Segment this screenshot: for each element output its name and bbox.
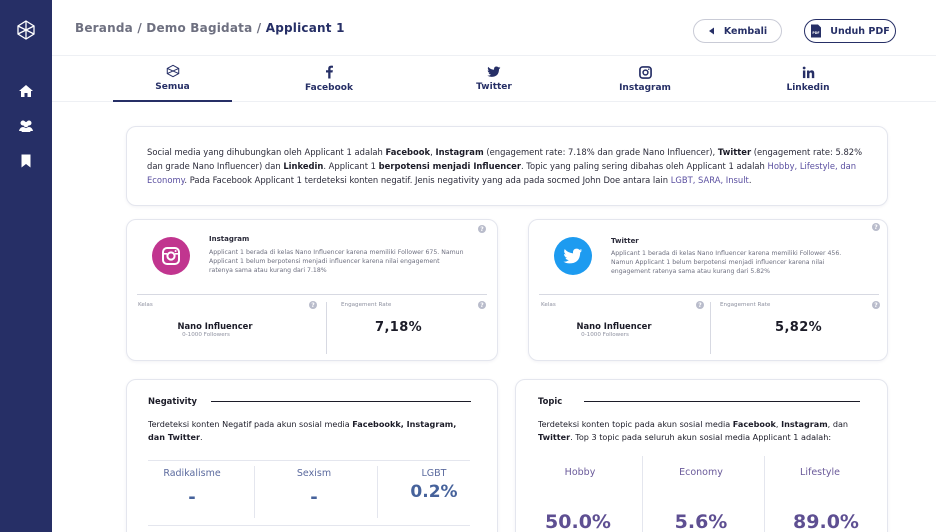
twitter-desc: Applicant 1 berada di kelas Nano Influen… [611, 250, 842, 275]
engagement-rate-value: 7,18% [375, 320, 423, 335]
top-bar: Beranda / Demo Bagidata / Applicant 1 Ke… [52, 0, 936, 56]
tab-linkedin[interactable]: Linkedin [758, 56, 858, 102]
help-icon[interactable]: ? [478, 301, 486, 309]
divider [137, 294, 487, 295]
breadcrumb-home[interactable]: Beranda [75, 21, 133, 35]
kelas-label: Kelas [541, 302, 556, 308]
topic-text: Terdeteksi konten topic pada akun sosial… [538, 419, 849, 442]
instagram-desc: Applicant 1 berada di kelas Nano Influen… [209, 249, 464, 274]
topic-label-economy: Economy [679, 467, 723, 478]
tab-instagram[interactable]: Instagram [595, 56, 695, 102]
breadcrumb-current: Applicant 1 [265, 21, 345, 35]
instagram-icon [638, 65, 652, 79]
stat-value-radikalisme: - [188, 487, 196, 508]
followers-range: 0-1000 Followers [581, 332, 629, 338]
svg-text:PDF: PDF [813, 31, 820, 35]
tab-bar: Semua Facebook Twitter Instagram Linkedi… [52, 56, 936, 102]
stat-label-lgbt: LGBT [421, 468, 447, 479]
help-icon[interactable]: ? [696, 301, 704, 309]
followers-range: 0-1000 Followers [182, 332, 230, 338]
negativity-card: Negativity Terdeteksi konten Negatif pad… [126, 379, 498, 532]
negativity-title: Negativity [148, 396, 198, 406]
stat-label-radikalisme: Radikalisme [163, 468, 221, 479]
back-arrow-icon [708, 27, 714, 35]
summary-text: Social media yang dihubungkan oleh Appli… [147, 147, 863, 185]
summary-card: Social media yang dihubungkan oleh Appli… [126, 126, 888, 206]
help-icon[interactable]: ? [478, 225, 486, 233]
topic-card: Topic Terdeteksi konten topic pada akun … [515, 379, 888, 532]
topic-title: Topic [538, 396, 563, 406]
topic-label-hobby: Hobby [564, 467, 596, 478]
divider [710, 302, 711, 354]
download-pdf-button[interactable]: PDF Unduh PDF [804, 19, 896, 43]
kelas-label: Kelas [138, 302, 153, 308]
topic-value-lifestyle: 89.0% [793, 511, 859, 532]
title-rule [584, 401, 860, 402]
back-button[interactable]: Kembali [693, 19, 782, 43]
negativity-text: Terdeteksi konten Negatif pada akun sosi… [148, 419, 457, 442]
rate-label: Engagement Rate [341, 302, 392, 308]
help-icon[interactable]: ? [872, 223, 880, 231]
instagram-circle-icon [152, 237, 190, 275]
title-rule [211, 401, 471, 402]
network-icon [166, 64, 179, 78]
stat-label-sexism: Sexism [296, 468, 332, 479]
twitter-name: Twitter [611, 237, 639, 245]
help-icon[interactable]: ? [309, 301, 317, 309]
pdf-file-icon: PDF [811, 24, 822, 38]
home-icon[interactable] [17, 82, 35, 100]
sidebar [0, 0, 52, 532]
divider [539, 294, 879, 295]
topic-value-hobby: 50.0% [545, 511, 611, 532]
stat-value-sexism: - [310, 487, 318, 508]
kelas-value: Nano Influencer [576, 321, 652, 331]
tab-facebook[interactable]: Facebook [279, 56, 379, 102]
rate-label: Engagement Rate [720, 302, 771, 308]
divider [326, 302, 327, 354]
instagram-name: Instagram [209, 235, 250, 243]
facebook-icon [326, 65, 333, 79]
help-icon[interactable]: ? [872, 301, 880, 309]
twitter-icon [487, 66, 501, 77]
divider [254, 466, 255, 518]
breadcrumb-demo[interactable]: Demo Bagidata [146, 21, 252, 35]
bookmark-icon[interactable] [17, 152, 35, 170]
topic-value-economy: 5.6% [674, 511, 728, 532]
kelas-value: Nano Influencer [177, 321, 253, 331]
divider [148, 525, 470, 526]
engagement-rate-value: 5,82% [775, 320, 823, 335]
tab-twitter[interactable]: Twitter [444, 56, 544, 102]
topic-label-lifestyle: Lifestyle [800, 467, 840, 478]
divider [642, 456, 643, 532]
instagram-card: Instagram Applicant 1 berada di kelas Na… [126, 219, 498, 361]
linkedin-icon [802, 66, 814, 78]
network-logo-icon[interactable] [14, 18, 38, 42]
users-icon[interactable] [17, 117, 35, 135]
twitter-circle-icon [554, 237, 592, 275]
breadcrumb: Beranda / Demo Bagidata / Applicant 1 [75, 21, 345, 35]
stat-value-lgbt: 0.2% [410, 482, 458, 502]
divider [148, 460, 470, 461]
twitter-card: Twitter Applicant 1 berada di kelas Nano… [528, 219, 888, 361]
divider [377, 466, 378, 518]
tab-semua[interactable]: Semua [113, 56, 232, 102]
